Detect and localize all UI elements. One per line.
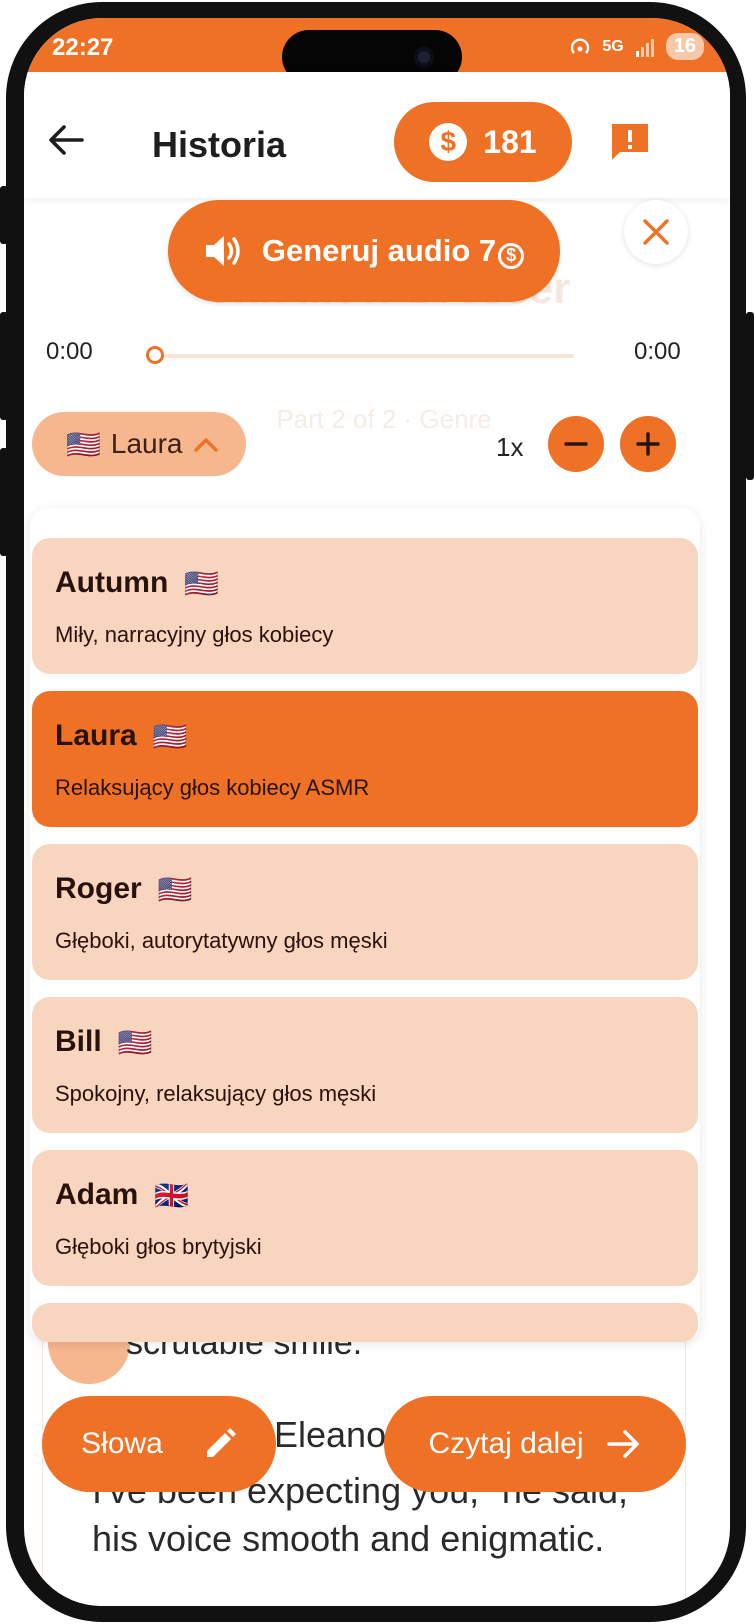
hotspot-icon (571, 38, 590, 54)
pencil-icon (206, 1428, 236, 1457)
us-flag-icon: 🇺🇸 (117, 1026, 153, 1058)
duration-time: 0:00 (634, 338, 681, 365)
voice-selector[interactable]: 🇺🇸 Laura (32, 412, 246, 476)
current-time: 0:00 (46, 338, 93, 365)
system-icons: 5G 16 (568, 33, 704, 60)
voice-name: Roger (55, 872, 142, 905)
speaker-icon (205, 236, 240, 266)
progress-track[interactable] (154, 354, 574, 358)
voice-option-adam[interactable]: Adam 🇬🇧 Głęboki głos brytyjski (32, 1150, 698, 1286)
report-feedback-icon[interactable] (608, 120, 652, 164)
side-button (0, 186, 8, 244)
audio-player: 0:00 0:00 (24, 338, 730, 378)
close-button[interactable] (624, 200, 688, 264)
arrow-right-icon (606, 1430, 639, 1458)
speed-decrease-button[interactable] (548, 416, 604, 472)
voice-dropdown-list[interactable]: Autumn 🇺🇸 Miły, narracyjny głos kobiecy L… (30, 508, 700, 1342)
volume-up-button (0, 312, 8, 420)
status-time: 22:27 (52, 34, 114, 61)
status-bar: 22:27 5G 16 (24, 18, 730, 84)
battery-icon: 16 (665, 33, 704, 60)
us-flag-icon: 🇺🇸 (157, 873, 193, 905)
voice-option-laura[interactable]: Laura 🇺🇸 Relaksujący głos kobiecy ASMR (32, 691, 698, 827)
voice-description: Miły, narracyjny głos kobiecy (55, 622, 334, 647)
uk-flag-icon: 🇬🇧 (154, 1179, 190, 1211)
voice-option-autumn[interactable]: Autumn 🇺🇸 Miły, narracyjny głos kobiecy (32, 538, 698, 674)
page-title: Historia (152, 124, 287, 165)
network-type: 5G (602, 37, 624, 55)
voice-description: Głęboki, autorytatywny głos męski (55, 928, 388, 953)
chevron-up-icon (193, 438, 218, 452)
us-flag-icon: 🇺🇸 (66, 428, 101, 460)
coin-count: 181 (483, 123, 537, 160)
coins-button[interactable]: $ 181 (394, 102, 572, 182)
dollar-coin-icon: $ (429, 123, 468, 161)
app-bar: Historia $ 181 (24, 72, 730, 198)
plus-icon (636, 432, 660, 456)
voice-name: Laura (55, 719, 137, 752)
generate-audio-button[interactable]: Generuj audio 7 $ (168, 200, 560, 302)
voice-name: Autumn (55, 566, 169, 599)
voice-description: Głęboki głos brytyjski (55, 1234, 262, 1259)
voice-name: Adam (55, 1178, 139, 1211)
minus-icon (564, 442, 588, 446)
speed-label: 1x (496, 432, 524, 462)
words-label: Słowa (81, 1427, 163, 1460)
camera-icon (414, 47, 434, 67)
progress-knob[interactable] (146, 346, 164, 364)
screen: 22:27 5G 16 Historia $ 181 Part 2 of 2 ·… (24, 18, 730, 1606)
continue-reading-button[interactable]: Czytaj dalej (384, 1396, 686, 1492)
voice-name: Bill (55, 1025, 102, 1058)
story-text-line: Eleanor (274, 1414, 399, 1455)
words-button[interactable]: Słowa (42, 1396, 276, 1492)
volume-down-button (0, 448, 8, 556)
close-icon (643, 219, 669, 245)
selected-voice-label: Laura (110, 428, 183, 459)
us-flag-icon: 🇺🇸 (152, 720, 188, 752)
us-flag-icon: 🇺🇸 (184, 567, 220, 599)
speed-increase-button[interactable] (620, 416, 676, 472)
power-button (746, 312, 754, 480)
voice-description: Spokojny, relaksujący głos męski (55, 1081, 377, 1106)
signal-icon (635, 38, 654, 57)
generate-audio-label: Generuj audio 7 (261, 233, 497, 268)
story-text-line: his voice smooth and enigmatic. (92, 1518, 605, 1559)
back-arrow-icon[interactable] (46, 120, 86, 160)
coin-icon: $ (498, 242, 525, 269)
voice-option-bill[interactable]: Bill 🇺🇸 Spokojny, relaksujący głos męski (32, 997, 698, 1133)
voice-option-partial[interactable] (32, 1303, 698, 1342)
voice-option-roger[interactable]: Roger 🇺🇸 Głęboki, autorytatywny głos męsk… (32, 844, 698, 980)
continue-label: Czytaj dalej (428, 1427, 584, 1460)
voice-description: Relaksujący głos kobiecy ASMR (55, 775, 370, 800)
